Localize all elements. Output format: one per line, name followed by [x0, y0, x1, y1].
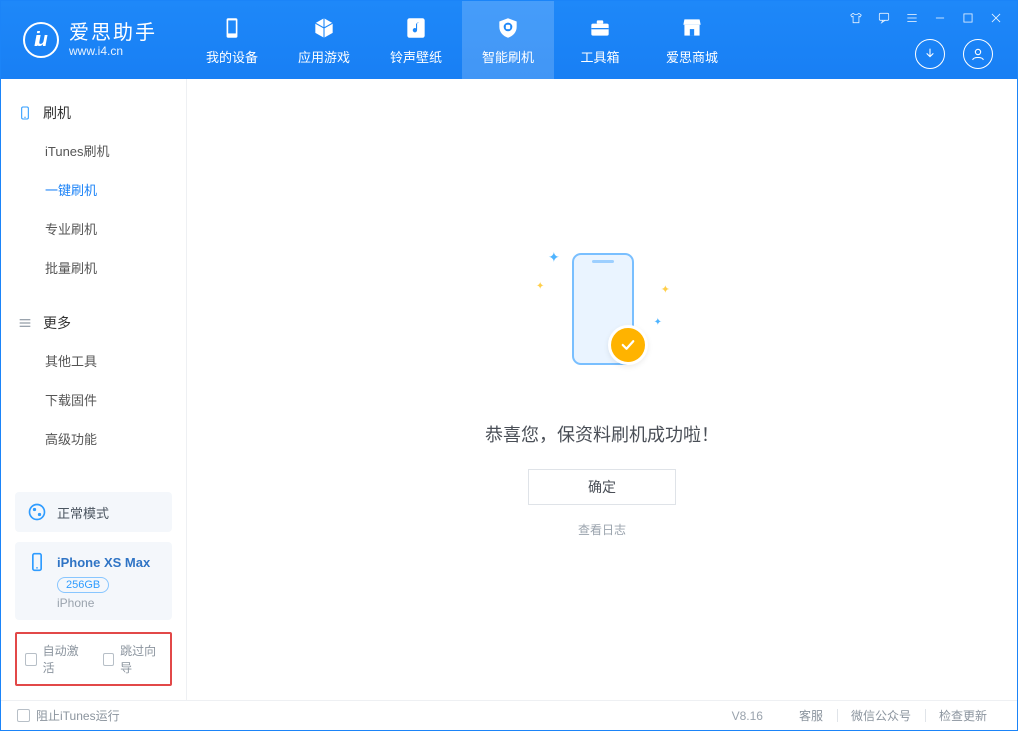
- auto-activate-checkbox[interactable]: 自动激活: [25, 642, 85, 676]
- sidebar: 刷机iTunes刷机一键刷机专业刷机批量刷机更多其他工具下载固件高级功能 正常模…: [1, 79, 187, 700]
- sidebar-item[interactable]: 下载固件: [1, 380, 186, 419]
- nav-label: 我的设备: [206, 47, 258, 66]
- device-icon: [27, 552, 47, 572]
- status-link[interactable]: 检查更新: [925, 707, 1001, 724]
- nav-briefcase[interactable]: 工具箱: [554, 1, 646, 79]
- sidebar-item[interactable]: 高级功能: [1, 419, 186, 458]
- nav-label: 铃声壁纸: [390, 47, 442, 66]
- device-capacity: 256GB: [57, 577, 109, 593]
- briefcase-icon: [587, 15, 613, 41]
- nav-music[interactable]: 铃声壁纸: [370, 1, 462, 79]
- titlebar: iu 爱思助手 www.i4.cn 我的设备 应用游戏 铃声壁纸 智能刷机 工具箱 爱思商…: [1, 1, 1017, 79]
- section-0-header: 刷机: [1, 95, 186, 131]
- status-bar: 阻止iTunes运行 V8.16 客服微信公众号检查更新: [1, 700, 1017, 730]
- status-link[interactable]: 客服: [785, 707, 837, 724]
- cube-icon: [311, 15, 337, 41]
- nav-phone[interactable]: 我的设备: [186, 1, 278, 79]
- window-tools: [847, 9, 1005, 27]
- version-label: V8.16: [732, 709, 763, 723]
- nav-shield[interactable]: 智能刷机: [462, 1, 554, 79]
- check-badge-icon: [608, 325, 648, 365]
- mode-icon: [27, 502, 47, 522]
- account-button[interactable]: [963, 39, 993, 69]
- music-icon: [403, 15, 429, 41]
- sidebar-item[interactable]: 批量刷机: [1, 248, 186, 287]
- block-itunes-checkbox[interactable]: 阻止iTunes运行: [17, 707, 120, 724]
- maximize-button[interactable]: [959, 9, 977, 27]
- brand-name: 爱思助手: [69, 22, 157, 45]
- tshirt-icon[interactable]: [847, 9, 865, 27]
- device-name: iPhone XS Max: [57, 555, 150, 570]
- sidebar-item[interactable]: 一键刷机: [1, 170, 186, 209]
- skip-guide-checkbox[interactable]: 跳过向导: [103, 642, 163, 676]
- sidebar-item[interactable]: 专业刷机: [1, 209, 186, 248]
- view-log-link[interactable]: 查看日志: [578, 521, 626, 538]
- header-actions: [915, 39, 993, 69]
- success-headline: 恭喜您，保资料刷机成功啦！: [485, 421, 719, 447]
- brand-url: www.i4.cn: [69, 45, 157, 59]
- nav-shop[interactable]: 爱思商城: [646, 1, 738, 79]
- sidebar-item[interactable]: 其他工具: [1, 341, 186, 380]
- top-nav: 我的设备 应用游戏 铃声壁纸 智能刷机 工具箱 爱思商城: [186, 1, 738, 79]
- sidebar-item[interactable]: iTunes刷机: [1, 131, 186, 170]
- shop-icon: [679, 15, 705, 41]
- close-button[interactable]: [987, 9, 1005, 27]
- phone-outline-icon: [17, 105, 33, 121]
- nav-label: 爱思商城: [666, 47, 718, 66]
- nav-label: 工具箱: [580, 47, 619, 66]
- nav-label: 应用游戏: [298, 47, 350, 66]
- feedback-icon[interactable]: [875, 9, 893, 27]
- phone-icon: [219, 15, 245, 41]
- section-1-header: 更多: [1, 305, 186, 341]
- brand-logo-icon: iu: [23, 22, 59, 58]
- success-illustration: ✦✦✦✦: [512, 241, 692, 401]
- minimize-button[interactable]: [931, 9, 949, 27]
- menu-icon[interactable]: [903, 9, 921, 27]
- nav-cube[interactable]: 应用游戏: [278, 1, 370, 79]
- mode-label: 正常模式: [57, 503, 109, 522]
- nav-label: 智能刷机: [482, 47, 534, 66]
- device-subtitle: iPhone: [57, 596, 94, 610]
- shield-icon: [495, 15, 521, 41]
- device-card[interactable]: iPhone XS Max 256GB iPhone: [15, 542, 172, 620]
- brand[interactable]: iu 爱思助手 www.i4.cn: [1, 1, 186, 79]
- confirm-button[interactable]: 确定: [528, 469, 676, 505]
- mode-card[interactable]: 正常模式: [15, 492, 172, 532]
- download-button[interactable]: [915, 39, 945, 69]
- options-row-highlight: 自动激活 跳过向导: [15, 632, 172, 686]
- status-link[interactable]: 微信公众号: [837, 707, 925, 724]
- main-panel: ✦✦✦✦ 恭喜您，保资料刷机成功啦！ 确定 查看日志: [187, 79, 1017, 700]
- hamburger-icon: [17, 315, 33, 331]
